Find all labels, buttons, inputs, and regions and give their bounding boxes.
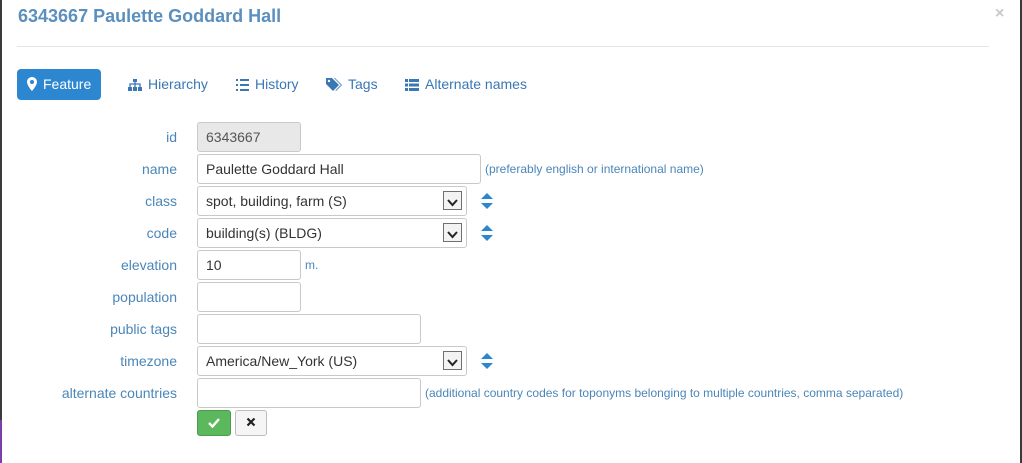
tab-tags[interactable]: Tags [316,69,388,100]
class-select[interactable]: spot, building, farm (S) [197,186,467,216]
code-select[interactable]: building(s) (BLDG) [197,218,467,248]
elevation-field[interactable] [197,250,301,280]
cancel-button[interactable] [235,410,267,436]
timezone-select[interactable]: America/New_York (US) [197,346,467,376]
tab-label: Alternate names [425,76,527,92]
tab-label: Tags [348,76,378,92]
alternate-countries-field[interactable] [197,378,421,408]
tab-feature[interactable]: Feature [17,69,102,100]
id-label: id [166,129,177,145]
tab-label: Feature [43,76,92,92]
tab-alternate-names[interactable]: Alternate names [395,69,537,100]
name-field[interactable] [197,154,481,184]
class-selected-value: spot, building, farm (S) [206,193,347,209]
alternate-countries-label: alternate countries [61,385,177,401]
tab-hierarchy[interactable]: Hierarchy [118,69,218,100]
id-field [197,122,301,152]
save-button[interactable] [197,410,231,436]
timezone-label: timezone [120,353,177,369]
name-label: name [141,161,177,177]
th-list-icon [405,79,419,91]
elevation-unit: m. [305,258,319,272]
check-icon [208,418,220,429]
elevation-label: elevation [120,257,177,273]
public-tags-field[interactable] [197,314,421,344]
map-marker-icon [27,77,37,91]
header-divider [17,46,989,47]
sitemap-icon [128,79,142,91]
sort-icon[interactable] [480,353,494,369]
alternate-countries-hint: (additional country codes for toponyms b… [425,386,904,400]
population-field[interactable] [197,282,301,312]
population-label: population [112,289,177,305]
chevron-down-icon [443,191,462,210]
edit-feature-modal: 6343667 Paulette Goddard Hall × Feature … [2,0,1020,463]
chevron-down-icon [443,223,462,242]
list-icon [236,79,249,91]
class-label: class [145,193,177,209]
name-hint: (preferably english or international nam… [485,162,704,176]
public-tags-label: public tags [110,321,177,337]
code-selected-value: building(s) (BLDG) [206,225,322,241]
code-label: code [146,225,177,241]
tab-history[interactable]: History [226,69,309,100]
close-icon [246,417,256,427]
sort-icon[interactable] [480,225,494,241]
close-icon[interactable]: × [995,5,1004,23]
modal-title: 6343667 Paulette Goddard Hall [18,6,282,26]
tags-icon [326,78,342,91]
timezone-selected-value: America/New_York (US) [206,353,358,369]
sort-icon[interactable] [480,193,494,209]
tab-label: History [255,76,299,92]
chevron-down-icon [443,351,462,370]
tab-label: Hierarchy [148,76,208,92]
background-edge [0,420,2,463]
